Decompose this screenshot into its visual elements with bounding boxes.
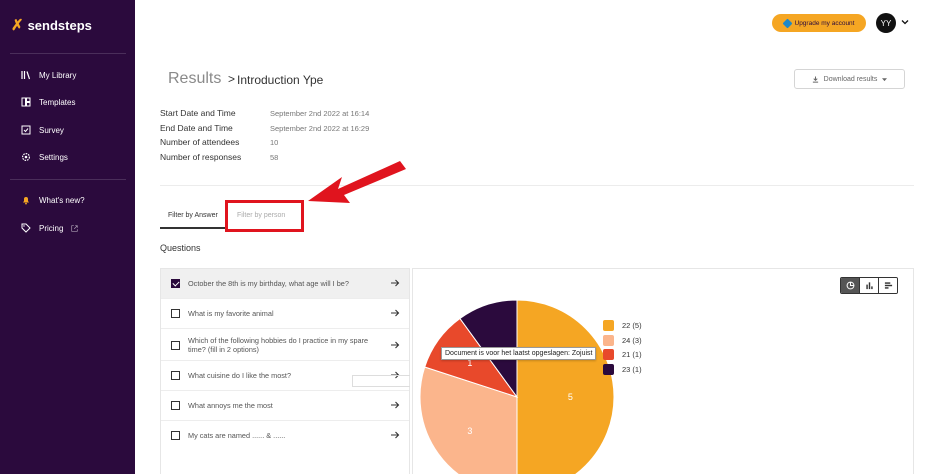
page-title: Results — [168, 70, 222, 87]
question-text: What annoys me the most — [188, 401, 273, 410]
question-checkbox[interactable] — [171, 341, 180, 350]
legend-item-2[interactable]: 24 (3) — [603, 334, 642, 346]
sidebar-item-label: What's new? — [39, 195, 85, 205]
question-list: October the 8th is my birthday, what age… — [160, 268, 410, 474]
section-divider — [160, 185, 914, 186]
sendsteps-logo-icon: ✗ — [11, 17, 24, 34]
sidebar: ✗ sendsteps My Library Templates Survey … — [0, 0, 135, 474]
legend-swatch — [603, 334, 614, 346]
active-tab-indicator — [160, 227, 225, 229]
info-label-start: Start Date and Time — [160, 108, 236, 118]
question-checkbox[interactable] — [171, 401, 180, 410]
legend-swatch — [603, 363, 614, 375]
legend-label: 24 (3) — [622, 335, 642, 345]
download-label: Download results — [823, 75, 878, 83]
download-icon — [812, 75, 818, 83]
chevron-down-icon[interactable] — [901, 18, 909, 26]
info-value-end: September 2nd 2022 at 16:29 — [270, 124, 370, 133]
question-text: Which of the following hobbies do I prac… — [188, 336, 369, 354]
sidebar-item-label: Settings — [39, 152, 68, 162]
brand-name: sendsteps — [27, 18, 92, 33]
sidebar-item-settings[interactable]: Settings — [21, 152, 68, 162]
avatar[interactable]: YY — [876, 13, 896, 33]
info-value-responses: 58 — [270, 153, 279, 162]
legend-swatch — [603, 349, 614, 360]
annotation-arrow-icon — [308, 161, 406, 203]
legend-item-4[interactable]: 23 (1) — [603, 363, 642, 375]
sidebar-divider — [10, 53, 126, 54]
question-item-6[interactable]: My cats are named ...... & ...... — [161, 421, 409, 450]
presentation-name: Introduction Ype — [237, 73, 324, 87]
autosave-tooltip: Document is voor het laatst opgeslagen: … — [441, 347, 597, 360]
info-label-responses: Number of responses — [160, 152, 242, 162]
legend-label: 21 (1) — [622, 350, 642, 359]
question-item-2[interactable]: What is my favorite animal — [161, 299, 409, 328]
question-item-5[interactable]: What annoys me the most — [161, 391, 409, 420]
question-text: My cats are named ...... & ...... — [188, 431, 286, 440]
sidebar-item-label: Pricing — [39, 223, 64, 233]
library-icon — [21, 71, 31, 80]
horizontal-bar-chart-icon — [884, 282, 892, 289]
chart-type-pie-button[interactable] — [841, 278, 860, 293]
arrow-right-icon[interactable] — [390, 400, 400, 410]
info-value-start: September 2nd 2022 at 16:14 — [270, 109, 370, 118]
questions-label: Questions — [160, 243, 201, 253]
legend-item-3[interactable]: 21 (1) — [603, 349, 642, 360]
sidebar-item-label: Templates — [39, 97, 76, 107]
chart-panel — [412, 268, 914, 474]
info-label-attendees: Number of attendees — [160, 137, 240, 147]
question-checkbox[interactable] — [171, 431, 180, 440]
question-text: October the 8th is my birthday, what age… — [188, 279, 349, 288]
info-label-end: End Date and Time — [160, 123, 233, 133]
diamond-icon — [782, 18, 792, 28]
bell-icon — [23, 197, 29, 205]
download-results-button[interactable]: Download results — [794, 69, 905, 89]
sidebar-item-templates[interactable]: Templates — [21, 97, 75, 107]
tag-icon — [21, 223, 31, 233]
legend-item-1[interactable]: 22 (5) — [603, 320, 642, 331]
sidebar-item-whats-new[interactable]: What's new? — [21, 195, 85, 205]
caret-down-icon — [882, 77, 888, 81]
upgrade-label: Upgrade my account — [794, 19, 855, 27]
upgrade-account-button[interactable]: Upgrade my account — [772, 14, 866, 32]
arrow-right-icon[interactable] — [390, 278, 400, 288]
chart-type-toggle — [840, 277, 898, 294]
tab-filter-by-answer[interactable]: Filter by Answer — [168, 212, 218, 219]
sidebar-item-survey[interactable]: Survey — [21, 125, 64, 135]
question-text: What cuisine do I like the most? — [188, 371, 292, 380]
chart-type-bar-button[interactable] — [860, 278, 879, 293]
sidebar-item-label: My Library — [39, 70, 77, 80]
question-item-1[interactable]: October the 8th is my birthday, what age… — [161, 269, 409, 298]
pie-chart-icon — [846, 281, 854, 290]
question-checkbox[interactable] — [171, 309, 180, 318]
breadcrumb-separator: > — [228, 72, 236, 86]
question-text: What is my favorite animal — [188, 309, 274, 318]
sidebar-item-label: Survey — [39, 125, 64, 135]
external-link-icon — [71, 224, 79, 232]
annotation-highlight-box — [225, 200, 304, 232]
sidebar-divider — [10, 179, 126, 180]
bar-chart-icon — [865, 282, 873, 290]
templates-icon — [21, 97, 31, 107]
sidebar-item-my-library[interactable]: My Library — [21, 70, 76, 80]
question-checkbox[interactable] — [171, 279, 180, 288]
brand-logo[interactable]: ✗ sendsteps — [11, 18, 92, 33]
question-checkbox[interactable] — [171, 371, 180, 380]
survey-checkbox-icon — [21, 125, 31, 135]
gear-icon — [21, 152, 31, 162]
question-item-3[interactable]: Which of the following hobbies do I prac… — [161, 329, 409, 360]
arrow-right-icon[interactable] — [390, 308, 400, 318]
legend-swatch — [603, 320, 614, 331]
arrow-right-icon[interactable] — [390, 430, 400, 440]
legend-label: 22 (5) — [622, 321, 642, 330]
info-value-attendees: 10 — [270, 138, 279, 147]
cursor-guide — [352, 375, 410, 387]
sidebar-item-pricing[interactable]: Pricing — [21, 223, 79, 233]
arrow-right-icon[interactable] — [390, 340, 400, 350]
chart-type-horizontal-bar-button[interactable] — [879, 278, 897, 293]
legend-label: 23 (1) — [622, 364, 642, 374]
